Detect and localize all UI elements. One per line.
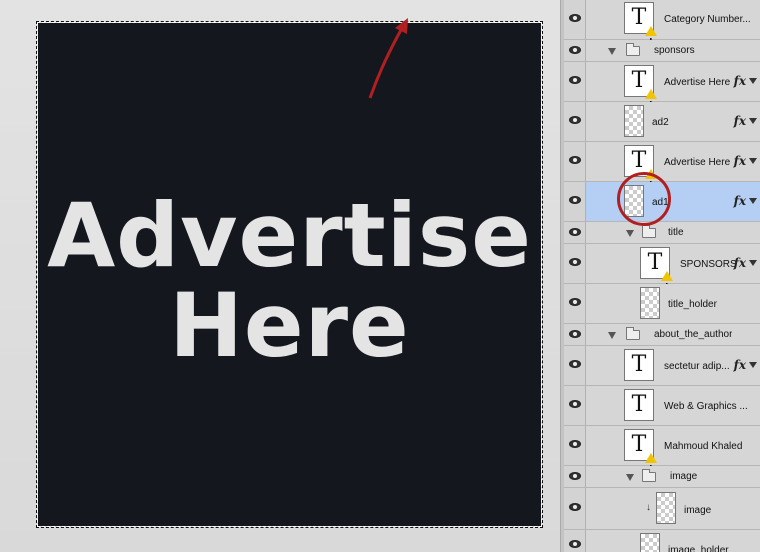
- fx-expand-icon[interactable]: [749, 198, 757, 204]
- eye-icon[interactable]: [569, 360, 581, 368]
- eye-icon[interactable]: [569, 228, 581, 236]
- eye-icon[interactable]: [569, 503, 581, 511]
- expand-triangle-icon[interactable]: [608, 332, 616, 339]
- layers-panel: T Category Number... sponsors T Advertis…: [564, 0, 760, 552]
- group-name: image: [670, 471, 698, 482]
- layer-row[interactable]: T Mahmoud Khaled: [564, 426, 760, 484]
- text-layer-thumbnail: T: [640, 247, 673, 302]
- folder-icon: [626, 327, 640, 340]
- eye-icon[interactable]: [569, 298, 581, 306]
- fx-expand-icon[interactable]: [749, 118, 757, 124]
- eye-icon[interactable]: [569, 472, 581, 480]
- layer-row[interactable]: T Category Number...: [564, 0, 760, 57]
- layer-group-row[interactable]: image: [564, 466, 760, 488]
- group-name: title: [668, 227, 684, 238]
- layer-name: Web & Graphics ...: [664, 401, 748, 412]
- text-layer-thumbnail: T: [624, 389, 654, 421]
- layer-group-row[interactable]: sponsors: [564, 40, 760, 62]
- fx-expand-icon[interactable]: [749, 158, 757, 164]
- eye-icon[interactable]: [569, 76, 581, 84]
- pixel-layer-thumbnail: [640, 287, 660, 319]
- layer-name: Category Number...: [664, 14, 751, 25]
- eye-icon[interactable]: [569, 116, 581, 124]
- layer-name: image: [684, 505, 712, 516]
- text-layer-thumbnail: T: [624, 65, 657, 120]
- layer-name: sectetur adip...: [664, 361, 730, 372]
- fx-icon[interactable]: fx: [734, 74, 746, 88]
- layer-row[interactable]: T Advertise Here fx: [564, 142, 760, 200]
- fx-expand-icon[interactable]: [749, 78, 757, 84]
- pixel-layer-thumbnail: [656, 492, 676, 524]
- document-canvas[interactable]: Advertise Here: [0, 0, 560, 552]
- group-name: sponsors: [654, 45, 695, 56]
- layer-name: Advertise Here: [664, 157, 731, 168]
- layer-name: image_holder: [668, 545, 729, 552]
- layer-row[interactable]: T Advertise Here fx: [564, 62, 760, 120]
- folder-icon: [642, 469, 656, 482]
- folder-icon: [642, 225, 656, 238]
- layer-row[interactable]: ↓ image: [564, 488, 760, 530]
- warning-icon: [645, 89, 657, 120]
- pixel-layer-thumbnail: [640, 533, 660, 552]
- layer-row[interactable]: T sectetur adip... fx: [564, 346, 760, 386]
- ad-headline-line2: Here: [169, 274, 410, 377]
- layer-group-row[interactable]: about_the_author: [564, 324, 760, 346]
- layer-row[interactable]: title_holder: [564, 284, 760, 324]
- warning-icon: [661, 271, 673, 302]
- warning-icon: [645, 26, 657, 57]
- layer-row[interactable]: ad2 fx: [564, 102, 760, 142]
- annotation-arrow-icon: [368, 18, 408, 99]
- group-name: about_the_author: [654, 329, 733, 340]
- eye-icon[interactable]: [569, 330, 581, 338]
- expand-triangle-icon[interactable]: [608, 48, 616, 55]
- eye-icon[interactable]: [569, 540, 581, 548]
- fx-icon[interactable]: fx: [734, 194, 746, 208]
- text-layer-thumbnail: T: [624, 2, 657, 57]
- expand-triangle-icon[interactable]: [626, 474, 634, 481]
- eye-icon[interactable]: [569, 440, 581, 448]
- clipping-mask-icon: ↓: [646, 502, 651, 513]
- layer-name: Mahmoud Khaled: [664, 441, 743, 452]
- layer-name: Advertise Here: [664, 77, 731, 88]
- highlight-circle-annotation: [617, 172, 671, 226]
- fx-icon[interactable]: fx: [734, 154, 746, 168]
- fx-icon[interactable]: fx: [734, 256, 746, 270]
- layer-row[interactable]: image_holder: [564, 530, 760, 552]
- expand-triangle-icon[interactable]: [626, 230, 634, 237]
- eye-icon[interactable]: [569, 14, 581, 22]
- layer-row[interactable]: T SPONSORS fx: [564, 244, 760, 302]
- eye-icon[interactable]: [569, 156, 581, 164]
- eye-icon[interactable]: [569, 46, 581, 54]
- warning-icon: [645, 453, 657, 484]
- eye-icon[interactable]: [569, 400, 581, 408]
- fx-icon[interactable]: fx: [734, 358, 746, 372]
- ad-headline-line1: Advertise: [47, 184, 532, 287]
- pixel-layer-thumbnail: [624, 105, 644, 137]
- fx-expand-icon[interactable]: [749, 362, 757, 368]
- layer-name: ad2: [652, 117, 669, 128]
- eye-icon[interactable]: [569, 258, 581, 266]
- layer-name: title_holder: [668, 299, 717, 310]
- text-layer-thumbnail: T: [624, 349, 654, 381]
- eye-icon[interactable]: [569, 196, 581, 204]
- text-layer-thumbnail: T: [624, 429, 657, 484]
- layer-row[interactable]: T Web & Graphics ...: [564, 386, 760, 426]
- layer-name: SPONSORS: [680, 259, 737, 270]
- layer-group-row[interactable]: title: [564, 222, 760, 244]
- folder-icon: [626, 43, 640, 56]
- fx-expand-icon[interactable]: [749, 260, 757, 266]
- fx-icon[interactable]: fx: [734, 114, 746, 128]
